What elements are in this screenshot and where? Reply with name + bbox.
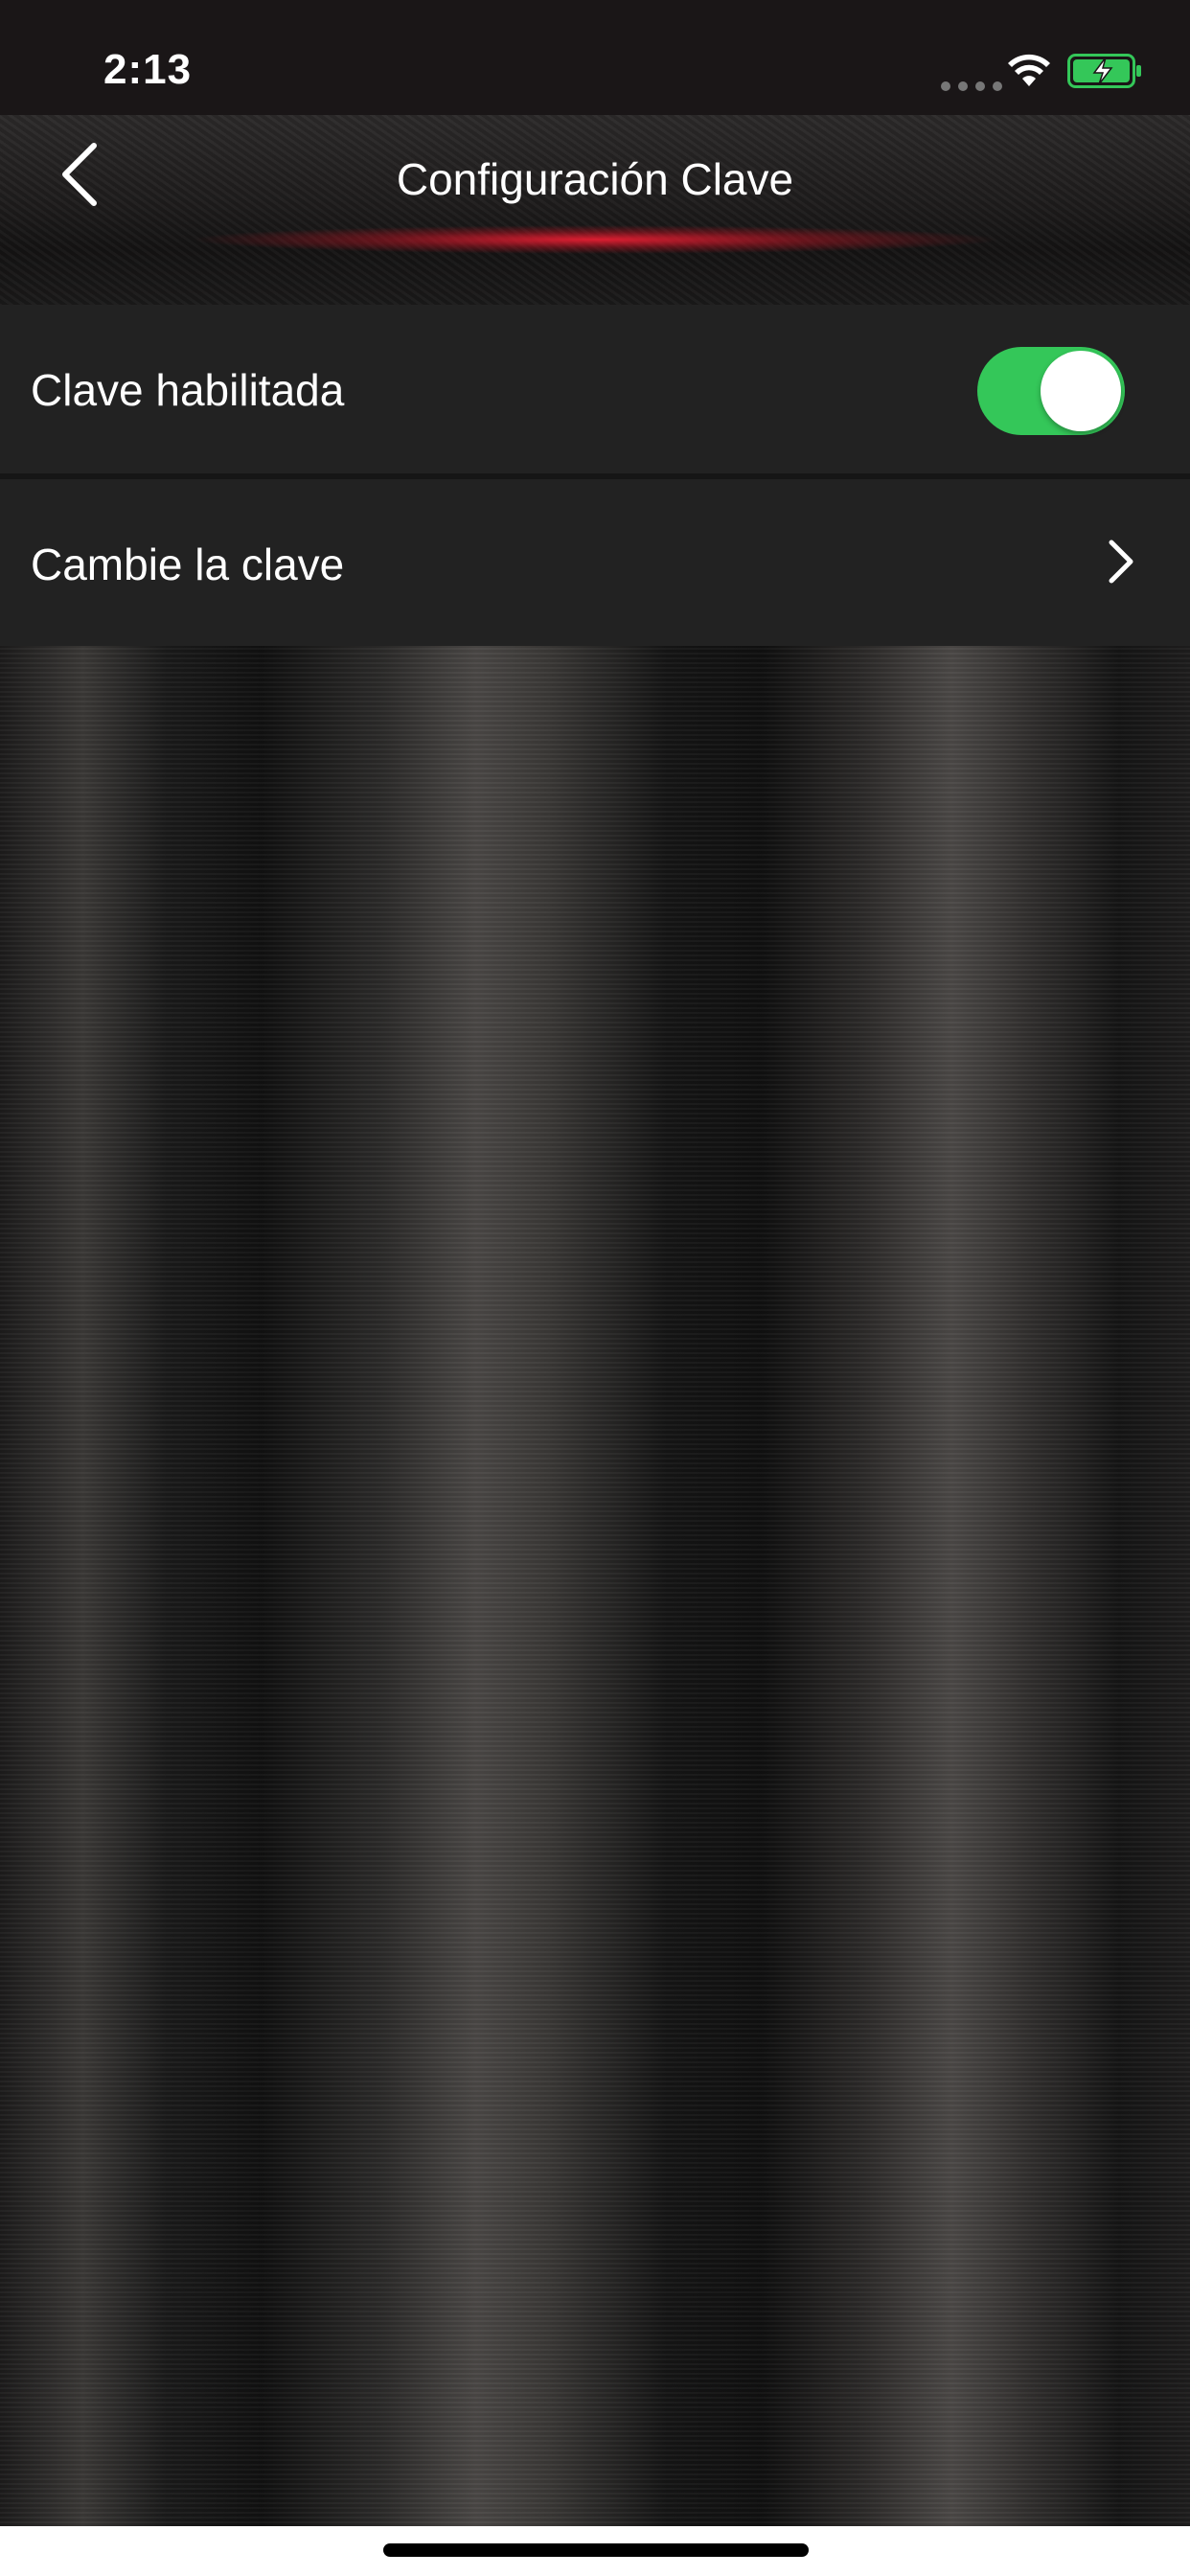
password-enabled-label: Clave habilitada xyxy=(31,365,345,415)
wifi-icon xyxy=(1008,54,1050,86)
home-indicator[interactable] xyxy=(383,2543,809,2557)
password-enabled-toggle[interactable] xyxy=(977,347,1125,435)
nav-bar: Configuración Clave xyxy=(0,115,1190,307)
settings-row-change-password[interactable]: Cambie la clave xyxy=(0,479,1190,646)
status-bar: 2:13 xyxy=(0,0,1190,115)
page-title: Configuración Clave xyxy=(396,154,794,204)
battery-charging-icon xyxy=(1067,54,1141,88)
change-password-label: Cambie la clave xyxy=(31,540,345,589)
settings-row-password-enabled: Clave habilitada xyxy=(0,305,1190,473)
app-screen: 2:13 Configuración Clave Clave habilitad… xyxy=(0,0,1190,2576)
toggle-knob xyxy=(1041,351,1121,431)
status-time: 2:13 xyxy=(103,46,193,93)
chevron-right-icon xyxy=(1109,540,1133,584)
